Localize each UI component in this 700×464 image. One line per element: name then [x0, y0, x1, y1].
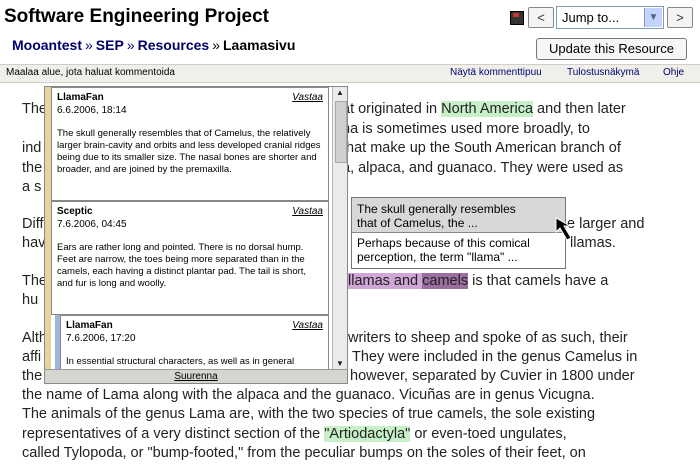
mouse-pointer-icon: [555, 217, 572, 241]
text-line: a, alpaca, and guanaco. They were used a…: [342, 160, 624, 176]
comment-scrollbar[interactable]: ▲ ▼: [332, 87, 347, 370]
comment-body: The skull generally resembles that of Ca…: [57, 128, 321, 175]
text-line: They were included in the genus Camelus …: [352, 349, 638, 365]
comment-date: 7.6.2006, 04:45: [57, 219, 127, 230]
scrollbar-thumb[interactable]: [335, 101, 347, 163]
text-line: llamas and camels is that camels have a: [348, 273, 609, 289]
text-line: however, separated by Cuvier in 1800 und…: [350, 368, 635, 384]
breadcrumb: Mooantest» SEP» Resources» Laamasivu: [12, 37, 295, 53]
text-line: at originated in North America and then …: [342, 101, 626, 117]
highlight-camels[interactable]: camels: [422, 273, 469, 289]
comment-author: LlamaFan: [66, 320, 113, 331]
comment-toolbar: Maalaa alue, jota haluat kommentoida Näy…: [0, 64, 700, 83]
breadcrumb-current: Laamasivu: [223, 37, 296, 53]
expand-link[interactable]: Suurenna: [174, 371, 217, 382]
text-line: the name of Lama along with the alpaca a…: [22, 387, 595, 403]
next-button[interactable]: >: [667, 7, 693, 28]
text-line: Diff: [22, 216, 44, 232]
breadcrumb-separator: »: [126, 37, 135, 53]
comment-author: Sceptic: [57, 206, 93, 217]
popup-text: that of Camelus, the ...: [357, 216, 478, 230]
comment-panel[interactable]: LlamaFan 6.6.2006, 18:14 Vastaa The skul…: [44, 86, 348, 384]
popup-text: Perhaps because of this comical: [357, 236, 530, 250]
help-link[interactable]: Ohje: [663, 67, 684, 78]
comment-body: In essential structural characters, as w…: [66, 356, 295, 367]
highlight-artiodactyla[interactable]: "Artiodactyla": [324, 426, 411, 442]
print-view-link[interactable]: Tulostusnäkymä: [567, 67, 639, 78]
text-line: hu: [22, 292, 39, 308]
comment-card: LlamaFan 7.6.2006, 17:20 Vastaa In essen…: [60, 315, 329, 371]
breadcrumb-course[interactable]: Mooantest: [12, 37, 82, 53]
breadcrumb-separator: »: [212, 37, 220, 53]
comment-card: Sceptic 7.6.2006, 04:45 Vastaa Ears are …: [51, 201, 329, 315]
popup-text: The skull generally resembles: [357, 202, 516, 216]
jump-to-select[interactable]: Jump to... ▼: [556, 6, 664, 29]
highlight-llamas[interactable]: llamas and: [348, 273, 423, 289]
jump-to-label: Jump to...: [562, 10, 620, 25]
comment-date: 7.6.2006, 17:20: [66, 333, 136, 344]
breadcrumb-resources[interactable]: Resources: [138, 37, 210, 53]
text-line: writers to sheep and spoke of as such, t…: [348, 330, 628, 346]
text-line: na is sometimes used more broadly, to: [342, 121, 590, 137]
expand-bar[interactable]: Suurenna: [45, 369, 347, 383]
comment-body: Ears are rather long and pointed. There …: [57, 242, 307, 289]
text-line: ind: [22, 140, 42, 156]
comment-author: LlamaFan: [57, 92, 104, 103]
chevron-down-icon[interactable]: ▼: [644, 8, 662, 27]
reply-link[interactable]: Vastaa: [292, 320, 323, 332]
reply-link[interactable]: Vastaa: [292, 92, 323, 104]
text-line: The animals of the genus Lama are, with …: [22, 406, 596, 422]
scroll-up-icon[interactable]: ▲: [333, 87, 347, 99]
text-line: representatives of a very distinct secti…: [22, 426, 567, 442]
comment-preview-popup[interactable]: The skull generally resembles that of Ca…: [351, 197, 566, 269]
comment-date: 6.6.2006, 18:14: [57, 105, 127, 116]
text-line: a s: [22, 179, 42, 195]
update-resource-button[interactable]: Update this Resource: [536, 38, 687, 60]
text-line: the: [22, 160, 43, 176]
highlight-north-america[interactable]: North America: [441, 101, 534, 117]
prev-button[interactable]: <: [528, 7, 554, 28]
breadcrumb-separator: »: [85, 37, 93, 53]
save-icon[interactable]: [510, 11, 524, 25]
page-title: Software Engineering Project: [4, 6, 269, 27]
text-line: called Tylopoda, or "bump-footed," from …: [22, 445, 586, 461]
show-comment-tree-link[interactable]: Näytä kommenttipuu: [450, 67, 542, 78]
popup-text: perception, the term "llama" ...: [357, 250, 518, 264]
page-header: Software Engineering Project < Jump to..…: [0, 0, 700, 32]
text-line: the: [22, 368, 43, 384]
reply-link[interactable]: Vastaa: [292, 206, 323, 218]
text-line: affi: [22, 349, 42, 365]
comment-card: LlamaFan 6.6.2006, 18:14 Vastaa The skul…: [51, 87, 329, 201]
breadcrumb-sep[interactable]: SEP: [96, 37, 124, 53]
text-line: that make up the South American branch o…: [342, 140, 621, 156]
text-line: hav: [22, 235, 46, 251]
toolbar-hint: Maalaa alue, jota haluat kommentoida: [6, 67, 175, 78]
